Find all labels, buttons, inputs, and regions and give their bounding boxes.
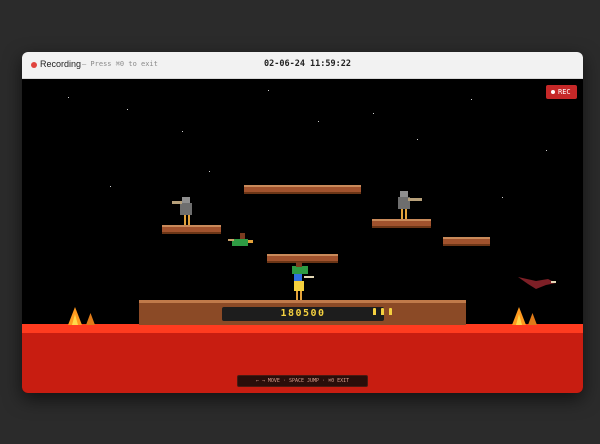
star: [318, 121, 319, 122]
star: [182, 131, 183, 132]
score-panel: 180500: [222, 307, 384, 321]
controls-hint: ← → MOVE · SPACE JUMP · ⌘0 EXIT: [237, 375, 368, 387]
star: [68, 97, 69, 98]
flame-icon: [512, 307, 526, 325]
pterodactyl-icon: [518, 277, 556, 289]
enemy-green-bird-icon: [228, 233, 253, 246]
star: [502, 197, 503, 198]
recording-window: Recording — Press ⌘0 to exit 02-06-24 11…: [22, 52, 583, 393]
lava-surface: [22, 324, 583, 333]
life-icon: [373, 308, 376, 315]
star: [127, 109, 128, 110]
flame-icon: [528, 313, 537, 325]
star: [110, 186, 111, 187]
star: [373, 113, 374, 114]
star: [546, 150, 547, 151]
star: [417, 139, 418, 140]
score-display: 180500: [280, 308, 326, 319]
rec-badge: REC: [546, 85, 577, 99]
title-bar: Recording — Press ⌘0 to exit 02-06-24 11…: [22, 52, 583, 79]
recording-label: Recording: [40, 59, 82, 69]
player-knight-icon: [292, 262, 314, 300]
exit-hint: — Press ⌘0 to exit: [82, 60, 158, 68]
recording-dot-icon: [31, 62, 37, 68]
timestamp: 02-06-24 11:59:22: [264, 59, 351, 69]
star: [471, 99, 472, 100]
flame-icon: [86, 313, 95, 325]
life-icon: [381, 308, 384, 315]
flame-icon: [68, 307, 82, 325]
enemy-rider-icon: [398, 191, 422, 219]
star: [209, 171, 210, 172]
platform-far-right: [443, 237, 490, 246]
game-canvas[interactable]: REC 180500 ← → MOVE · SPACE JUMP · ⌘0 EX…: [22, 79, 583, 393]
enemy-rider-icon: [172, 197, 192, 225]
star: [268, 90, 269, 91]
rec-badge-label: REC: [558, 88, 571, 96]
life-icon: [389, 308, 392, 315]
platform-top: [244, 185, 361, 194]
rec-dot-icon: [551, 89, 555, 94]
